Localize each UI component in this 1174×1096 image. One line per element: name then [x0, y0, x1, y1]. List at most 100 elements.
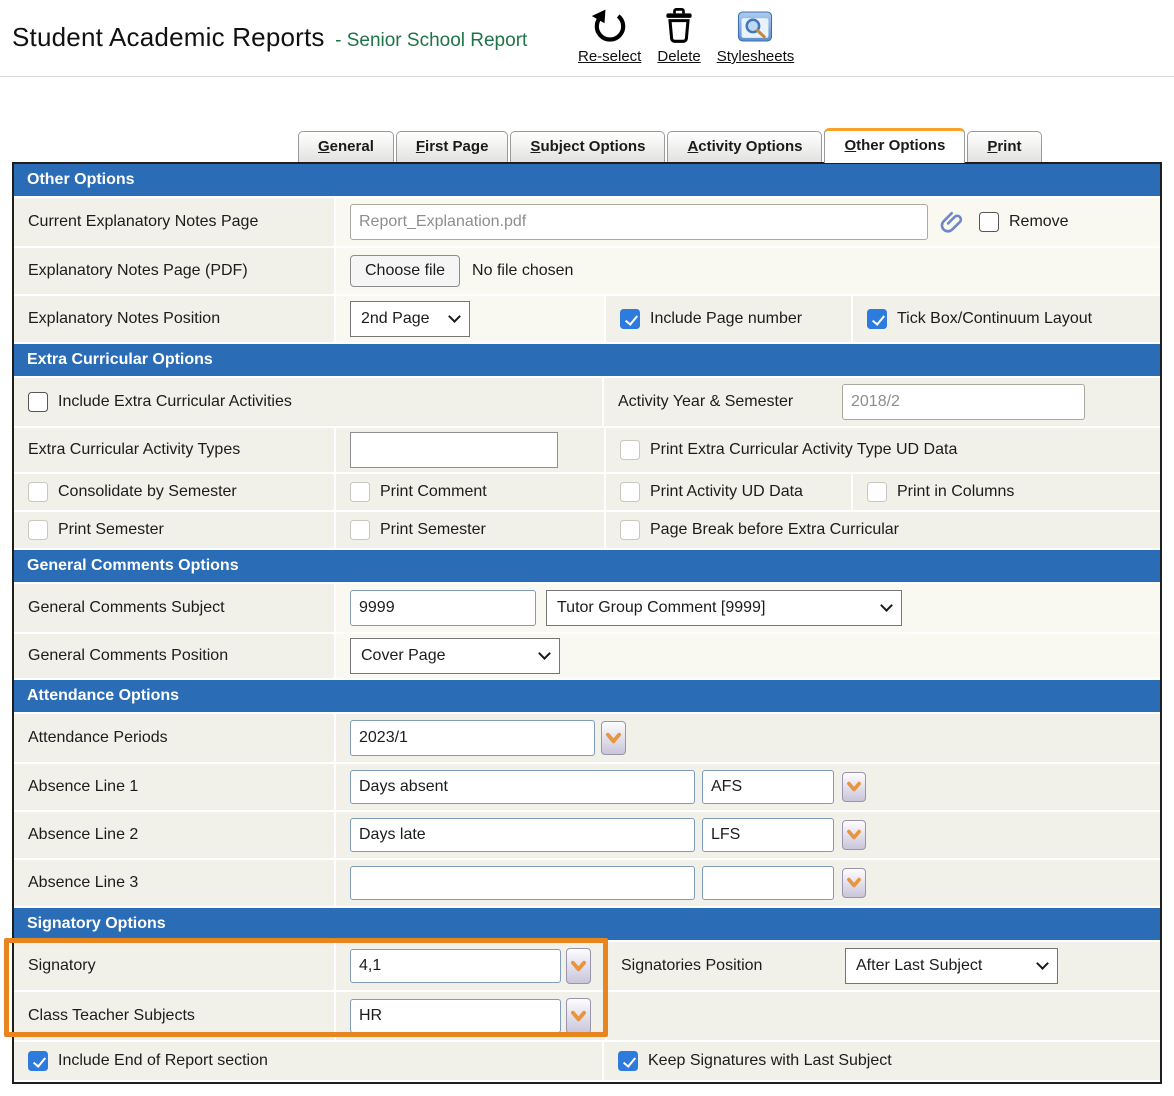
toolbar: Re-select Delete: [578, 5, 794, 65]
tickbox-layout-checkbox[interactable]: [867, 309, 887, 329]
choose-file-button[interactable]: Choose file: [350, 255, 460, 287]
chevron-down-icon: [1036, 957, 1049, 970]
tickbox-layout-label: Tick Box/Continuum Layout: [897, 310, 1092, 328]
reselect-label: Re-select: [578, 48, 641, 65]
print-in-columns-checkbox: [867, 482, 887, 502]
absence-line-2-cell: [336, 812, 1160, 858]
print-comment-label: Print Comment: [380, 483, 487, 501]
absence-line-1-label: Absence Line 1: [14, 764, 334, 810]
absence-line-3-code-input[interactable]: [702, 866, 834, 900]
activity-types-input[interactable]: [350, 432, 558, 468]
remove-checkbox[interactable]: [979, 212, 999, 232]
print-semester-1-label: Print Semester: [58, 521, 164, 539]
explanatory-notes-position-label: Explanatory Notes Position: [14, 296, 334, 342]
chevron-down-icon: [448, 310, 461, 323]
signatories-position-select[interactable]: After Last Subject: [845, 948, 1058, 984]
print-activity-ud-checkbox: [620, 482, 640, 502]
print-in-columns-cell: Print in Columns: [853, 474, 1160, 510]
keep-signatures-label: Keep Signatures with Last Subject: [648, 1052, 892, 1070]
consolidate-cell: Consolidate by Semester: [14, 474, 334, 510]
section-header-extra-curricular: Extra Curricular Options: [14, 344, 1160, 376]
stylesheets-button[interactable]: Stylesheets: [717, 5, 795, 65]
explanatory-notes-position-select[interactable]: 2nd Page: [350, 301, 470, 337]
tab-subject-options[interactable]: Subject Options: [510, 131, 665, 162]
general-comments-position-select[interactable]: Cover Page: [350, 638, 560, 674]
absence-line-3-text-input[interactable]: [350, 866, 695, 900]
explanatory-notes-position-cell: 2nd Page: [336, 296, 604, 342]
absence-line-1-code-input[interactable]: [702, 770, 834, 804]
tickbox-layout-cell: Tick Box/Continuum Layout: [853, 296, 1160, 342]
include-end-of-report-cell: Include End of Report section: [14, 1042, 602, 1080]
tab-general[interactable]: General: [298, 131, 394, 162]
class-teacher-subjects-label: Class Teacher Subjects: [14, 992, 334, 1040]
print-semester-1-cell: Print Semester: [14, 512, 334, 548]
tab-other-options[interactable]: Other Options: [824, 128, 965, 163]
print-type-ud-cell: Print Extra Curricular Activity Type UD …: [606, 428, 1160, 472]
general-comments-position-cell: Cover Page: [336, 634, 1160, 678]
include-end-of-report-label: Include End of Report section: [58, 1052, 268, 1070]
print-semester-2-label: Print Semester: [380, 521, 486, 539]
keep-signatures-checkbox[interactable]: [618, 1051, 638, 1071]
absence-line-2-code-input[interactable]: [702, 818, 834, 852]
page-break-label: Page Break before Extra Curricular: [650, 521, 899, 539]
page-break-cell: Page Break before Extra Curricular: [606, 512, 1160, 548]
absence-line-1-text-input[interactable]: [350, 770, 695, 804]
delete-label: Delete: [657, 48, 700, 65]
tab-activity-options[interactable]: Activity Options: [667, 131, 822, 162]
keep-signatures-cell: Keep Signatures with Last Subject: [604, 1042, 1160, 1080]
print-comment-cell: Print Comment: [336, 474, 604, 510]
absence-line-3-label: Absence Line 3: [14, 860, 334, 906]
reselect-button[interactable]: Re-select: [578, 5, 641, 65]
absence-line-2-label: Absence Line 2: [14, 812, 334, 858]
general-comments-position-label: General Comments Position: [14, 634, 334, 678]
current-explanatory-notes-label: Current Explanatory Notes Page: [14, 198, 334, 246]
section-header-attendance: Attendance Options: [14, 680, 1160, 712]
signatory-empty-cell: [607, 992, 1160, 1040]
attendance-periods-lookup-button[interactable]: [601, 721, 626, 755]
signatory-lookup-button[interactable]: [566, 948, 591, 984]
signatory-input[interactable]: [350, 949, 561, 983]
page-header: Student Academic Reports - Senior School…: [0, 0, 1174, 77]
include-end-of-report-checkbox[interactable]: [28, 1051, 48, 1071]
explanatory-notes-pdf-label: Explanatory Notes Page (PDF): [14, 248, 334, 294]
signatory-label: Signatory: [14, 942, 334, 990]
general-comments-subject-input[interactable]: [350, 590, 536, 626]
include-extra-curricular-checkbox[interactable]: [28, 392, 48, 412]
absence-line-1-lookup-button[interactable]: [842, 772, 866, 802]
signatories-position-cell: Signatories Position After Last Subject: [607, 942, 1160, 990]
include-extra-curricular-label: Include Extra Curricular Activities: [58, 393, 292, 411]
print-in-columns-label: Print in Columns: [897, 483, 1014, 501]
current-explanatory-notes-input: [350, 204, 928, 240]
print-semester-2-cell: Print Semester: [336, 512, 604, 548]
attendance-periods-input[interactable]: [350, 720, 595, 756]
include-extra-curricular-cell: Include Extra Curricular Activities: [14, 378, 602, 426]
report-subtitle: - Senior School Report: [335, 30, 527, 51]
signatories-position-label: Signatories Position: [621, 957, 845, 975]
print-semester-2-checkbox: [350, 520, 370, 540]
explanatory-notes-pdf-cell: Choose file No file chosen: [336, 248, 1160, 294]
consolidate-label: Consolidate by Semester: [58, 483, 237, 501]
include-page-number-checkbox[interactable]: [620, 309, 640, 329]
absence-line-3-lookup-button[interactable]: [842, 868, 866, 898]
absence-line-3-cell: [336, 860, 1160, 906]
tab-print[interactable]: Print: [967, 131, 1041, 162]
absence-line-2-lookup-button[interactable]: [842, 820, 866, 850]
class-teacher-subjects-cell: [336, 992, 605, 1040]
class-teacher-lookup-button[interactable]: [566, 998, 591, 1034]
class-teacher-subjects-input[interactable]: [350, 999, 561, 1033]
remove-label: Remove: [1009, 213, 1069, 231]
paperclip-icon[interactable]: [940, 209, 967, 236]
tab-first-page[interactable]: First Page: [396, 131, 509, 162]
file-chosen-status: No file chosen: [472, 262, 573, 280]
section-header-signatory: Signatory Options: [14, 908, 1160, 940]
general-comments-subject-select[interactable]: Tutor Group Comment [9999]: [546, 590, 902, 626]
activity-year-input: [842, 384, 1085, 420]
absence-line-2-text-input[interactable]: [350, 818, 695, 852]
absence-line-1-cell: [336, 764, 1160, 810]
activity-year-label: Activity Year & Semester: [618, 393, 842, 411]
delete-button[interactable]: Delete: [657, 5, 700, 65]
print-activity-ud-cell: Print Activity UD Data: [606, 474, 851, 510]
activity-year-cell: Activity Year & Semester: [604, 378, 1160, 426]
general-comments-subject-cell: Tutor Group Comment [9999]: [336, 584, 1160, 632]
general-comments-subject-label: General Comments Subject: [14, 584, 334, 632]
